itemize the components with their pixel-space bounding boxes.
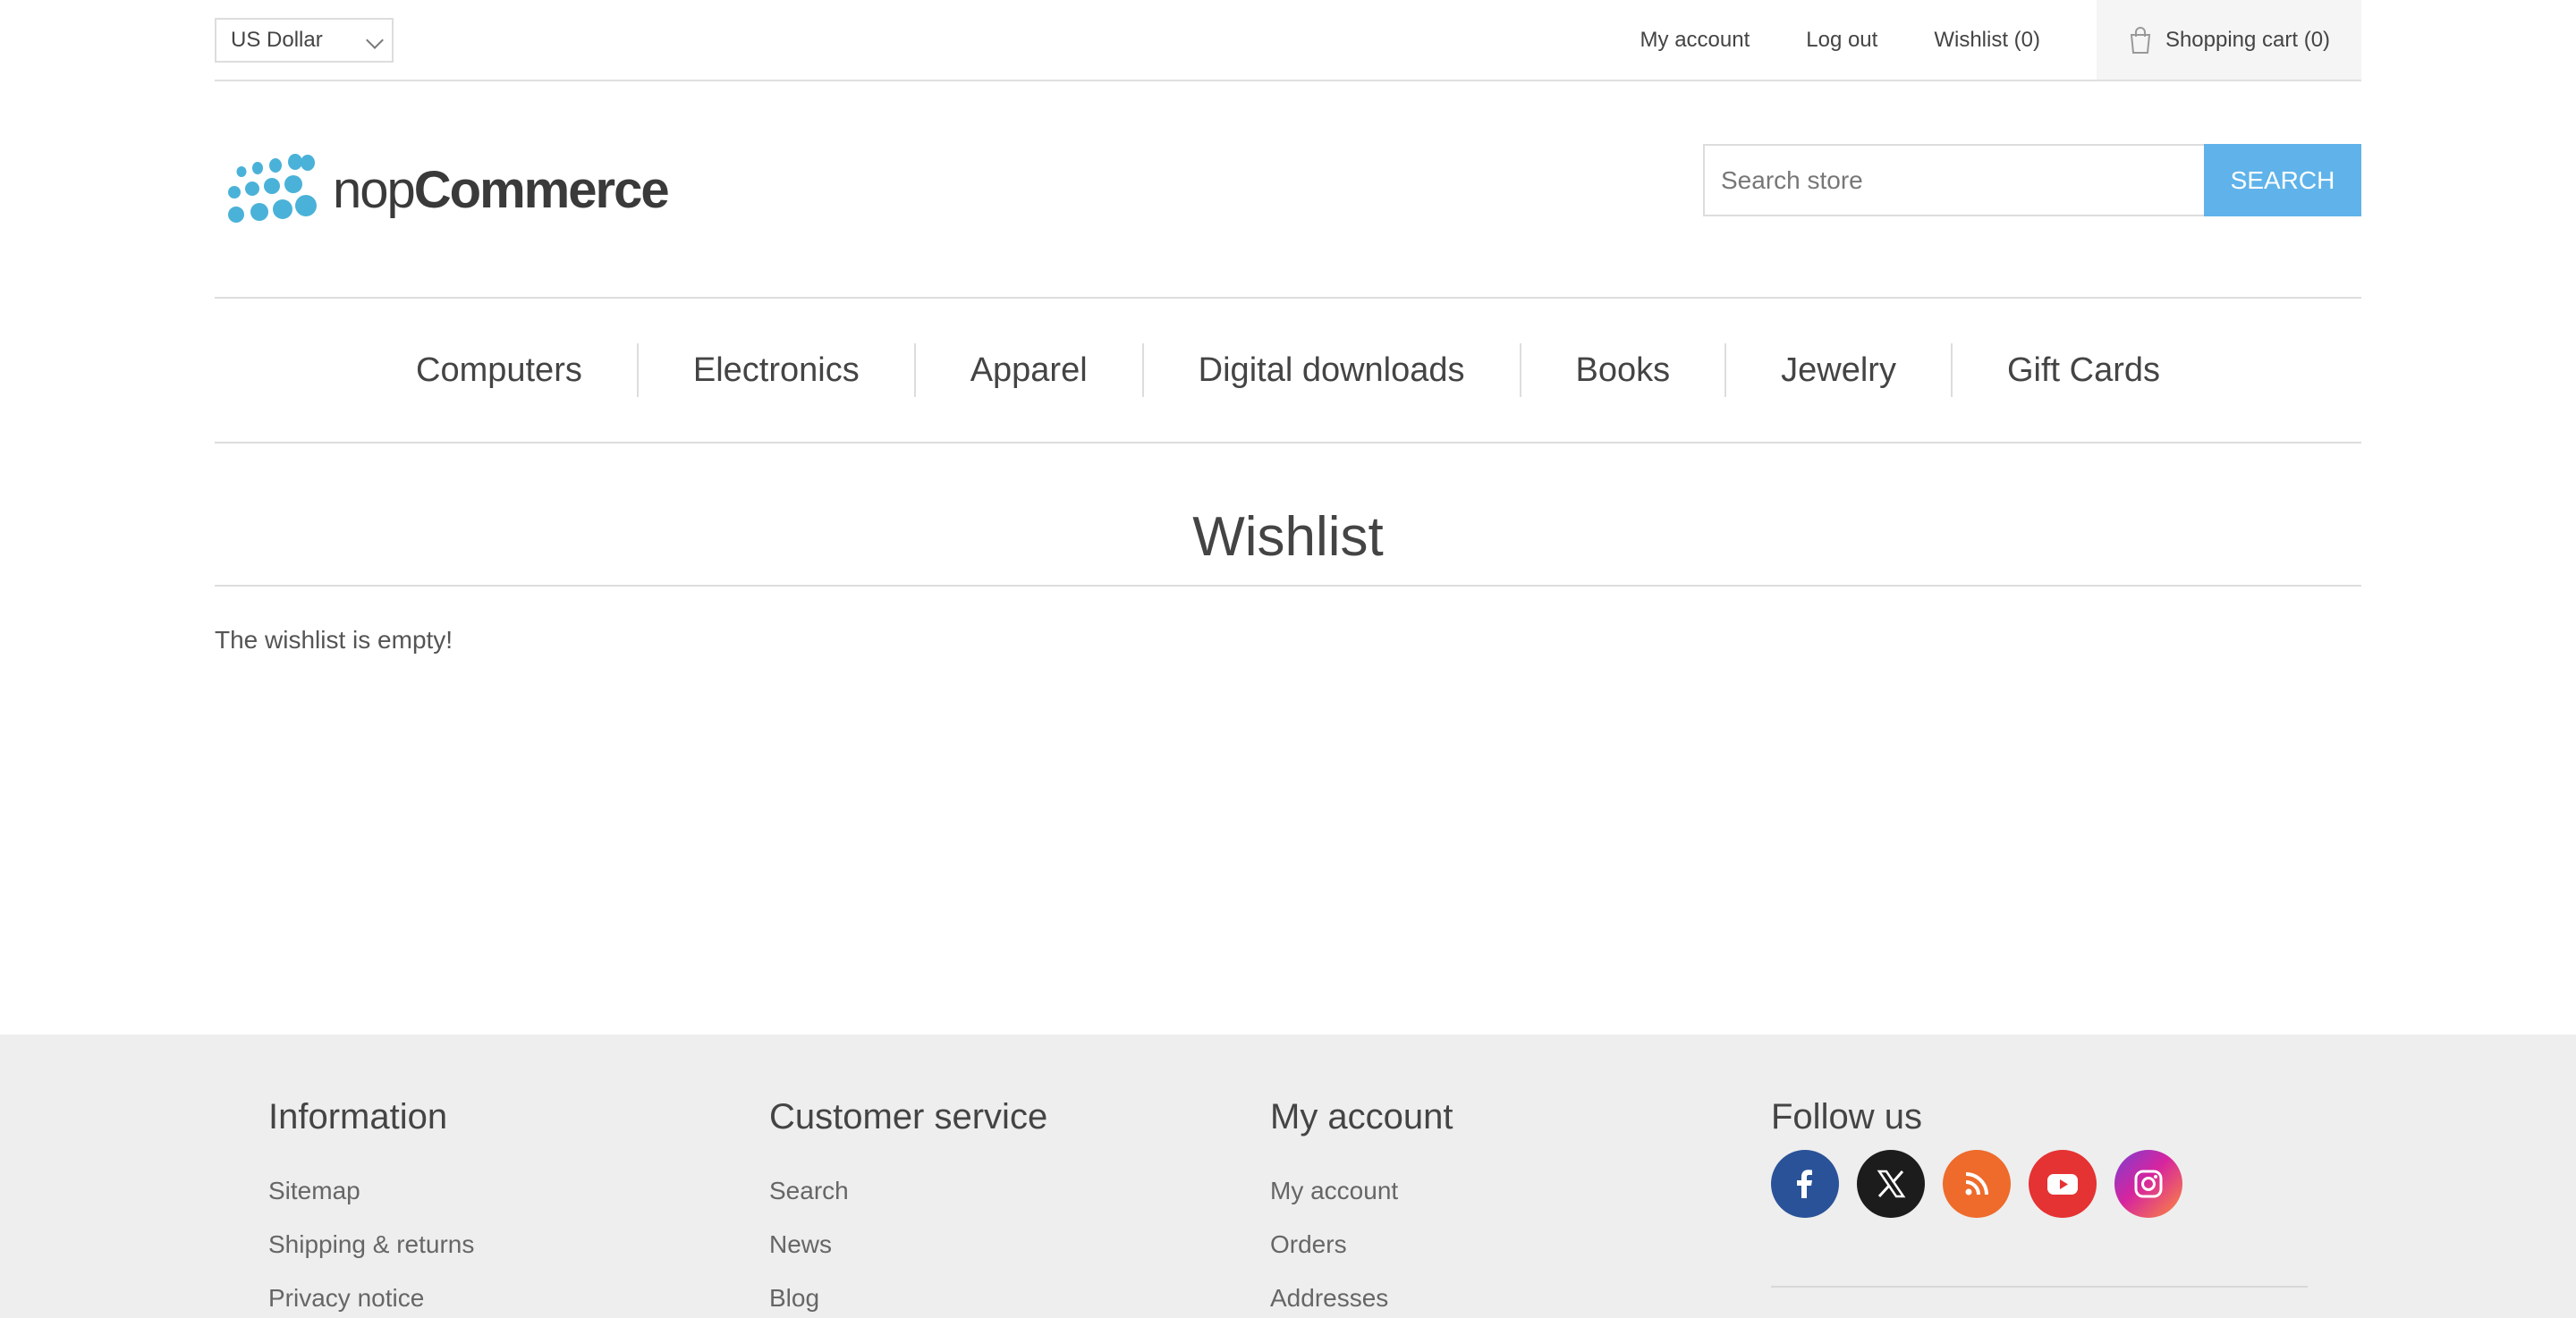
rss-icon (1965, 1172, 1988, 1195)
footer-link-privacy-notice[interactable]: Privacy notice (268, 1272, 474, 1318)
wishlist-link[interactable]: Wishlist (0) (1934, 0, 2040, 80)
menu-item-electronics[interactable]: Electronics (636, 343, 914, 397)
shopping-bag-icon (2130, 26, 2151, 54)
footer-my-account-title: My account (1270, 1097, 1453, 1136)
footer-customer-service-title: Customer service (769, 1097, 1048, 1136)
menu-item-books[interactable]: Books (1519, 343, 1725, 397)
store-logo[interactable]: nopCommerce (218, 150, 670, 231)
x-link[interactable] (1857, 1150, 1925, 1218)
footer-customer-service: Customer service Search News Blog (769, 1097, 1047, 1318)
youtube-icon (2047, 1174, 2078, 1195)
header-upper: US Dollar My account Log out Wishlist (0… (215, 0, 2361, 81)
page-title: Wishlist (215, 494, 2361, 587)
footer-link-sitemap[interactable]: Sitemap (268, 1164, 474, 1218)
footer-information: Information Sitemap Shipping & returns P… (268, 1097, 474, 1318)
search-input[interactable] (1703, 144, 2204, 216)
footer-follow-us: Follow us (1771, 1097, 2182, 1218)
top-menu: Computers Electronics Apparel Digital do… (215, 297, 2361, 444)
footer-link-blog[interactable]: Blog (769, 1272, 1047, 1318)
footer-information-title: Information (268, 1097, 448, 1136)
x-icon (1877, 1170, 1906, 1198)
footer-link-news[interactable]: News (769, 1218, 1047, 1272)
menu-item-digital-downloads[interactable]: Digital downloads (1141, 343, 1520, 397)
menu-item-jewelry[interactable]: Jewelry (1724, 343, 1951, 397)
social-links (1771, 1150, 2182, 1218)
footer-my-account: My account My account Orders Addresses (1270, 1097, 1453, 1318)
header-links: My account Log out Wishlist (0) Shopping… (1640, 0, 2361, 80)
shopping-cart-label: Shopping cart (0) (2165, 27, 2331, 52)
facebook-icon (1797, 1170, 1812, 1198)
logout-link[interactable]: Log out (1806, 0, 1877, 80)
footer-divider (1771, 1286, 2308, 1288)
footer-link-addresses[interactable]: Addresses (1270, 1272, 1453, 1318)
footer: Information Sitemap Shipping & returns P… (0, 1035, 2576, 1318)
footer-follow-us-title: Follow us (1771, 1097, 1922, 1136)
chevron-down-icon (366, 31, 384, 49)
logo-text: nopCommerce (333, 165, 670, 216)
logo-dots-icon (228, 154, 317, 223)
logo-text-bold: Commerce (413, 161, 670, 219)
footer-link-orders[interactable]: Orders (1270, 1218, 1453, 1272)
footer-link-my-account[interactable]: My account (1270, 1164, 1453, 1218)
menu-item-computers[interactable]: Computers (361, 343, 637, 397)
youtube-link[interactable] (2029, 1150, 2097, 1218)
menu-item-gift-cards[interactable]: Gift Cards (1950, 343, 2215, 397)
instagram-icon (2134, 1170, 2163, 1198)
currency-value: US Dollar (231, 28, 323, 52)
instagram-link[interactable] (2114, 1150, 2182, 1218)
shopping-cart-link[interactable]: Shopping cart (0) (2097, 0, 2361, 80)
footer-link-shipping-returns[interactable]: Shipping & returns (268, 1218, 474, 1272)
footer-link-search[interactable]: Search (769, 1164, 1047, 1218)
wishlist-empty-message: The wishlist is empty! (215, 626, 453, 654)
menu-item-apparel[interactable]: Apparel (913, 343, 1142, 397)
search-button[interactable]: SEARCH (2204, 144, 2361, 216)
my-account-link[interactable]: My account (1640, 0, 1750, 80)
currency-selector[interactable]: US Dollar (215, 18, 394, 63)
logo-text-light: nop (333, 161, 416, 219)
rss-link[interactable] (1943, 1150, 2011, 1218)
page-title-text: Wishlist (1192, 506, 1384, 568)
search-box: SEARCH (1703, 144, 2361, 216)
facebook-link[interactable] (1771, 1150, 1839, 1218)
